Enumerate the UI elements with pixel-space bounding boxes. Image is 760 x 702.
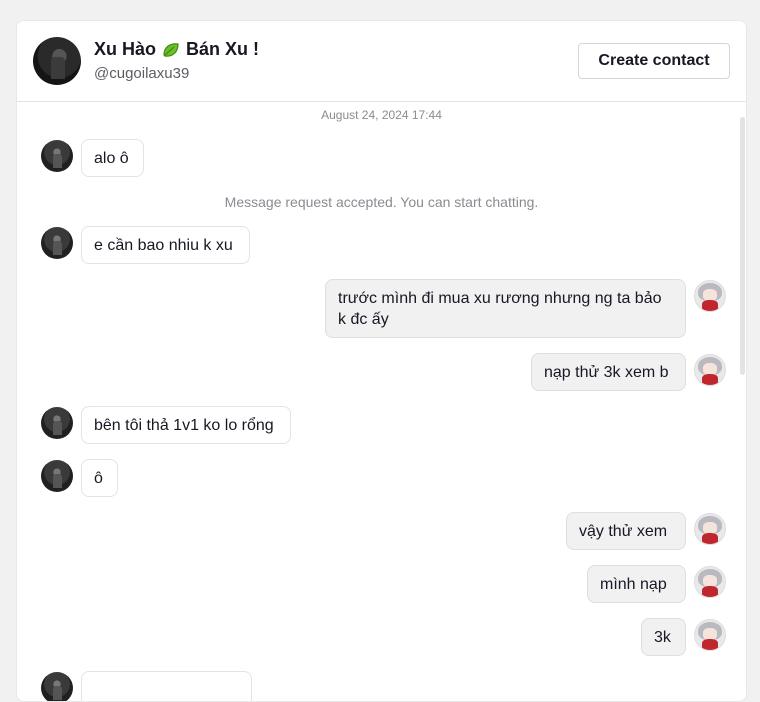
message-bubble-outgoing[interactable]: nạp thử 3k xem b xyxy=(531,353,686,391)
message-bubble-outgoing[interactable]: vậy thử xem xyxy=(566,512,686,550)
scrollbar-thumb[interactable] xyxy=(740,117,745,375)
message-bubble-incoming[interactable]: bên tôi thả 1v1 ko lo rổng xyxy=(81,406,291,444)
contact-avatar[interactable] xyxy=(33,37,81,85)
sender-avatar[interactable] xyxy=(41,140,73,172)
my-avatar[interactable] xyxy=(694,513,726,545)
message-scrollbar[interactable] xyxy=(738,117,746,377)
sender-avatar[interactable] xyxy=(41,407,73,439)
create-contact-button[interactable]: Create contact xyxy=(578,43,730,79)
message-bubble-incoming-partial[interactable] xyxy=(81,671,252,701)
system-message: Message request accepted. You can start … xyxy=(224,194,539,210)
contact-name-suffix: Bán Xu ! xyxy=(186,39,260,59)
contact-name-row: Xu Hào Bán Xu ! xyxy=(94,39,259,60)
chat-header: Xu Hào Bán Xu ! @cugoilaxu39 Create cont… xyxy=(17,21,746,102)
message-bubble-outgoing[interactable]: trước mình đi mua xu rương nhưng ng ta b… xyxy=(325,279,686,338)
message-timestamp: August 24, 2024 17:44 xyxy=(321,108,442,122)
contact-name[interactable]: Xu Hào xyxy=(94,39,156,60)
leaf-emoji-icon xyxy=(162,42,180,58)
message-bubble-incoming[interactable]: e cần bao nhiu k xu xyxy=(81,226,250,264)
my-avatar[interactable] xyxy=(694,566,726,598)
sender-avatar[interactable] xyxy=(41,227,73,259)
message-bubble-outgoing[interactable]: mình nạp xyxy=(587,565,686,603)
sender-avatar[interactable] xyxy=(41,460,73,492)
message-bubble-outgoing[interactable]: 3k xyxy=(641,618,686,656)
my-avatar[interactable] xyxy=(694,354,726,386)
my-avatar[interactable] xyxy=(694,280,726,312)
contact-handle: @cugoilaxu39 xyxy=(94,65,190,82)
my-avatar[interactable] xyxy=(694,619,726,651)
message-bubble-incoming[interactable]: ô xyxy=(81,459,118,497)
chat-panel: Xu Hào Bán Xu ! @cugoilaxu39 Create cont… xyxy=(16,20,747,702)
message-bubble-incoming[interactable]: alo ô xyxy=(81,139,144,177)
